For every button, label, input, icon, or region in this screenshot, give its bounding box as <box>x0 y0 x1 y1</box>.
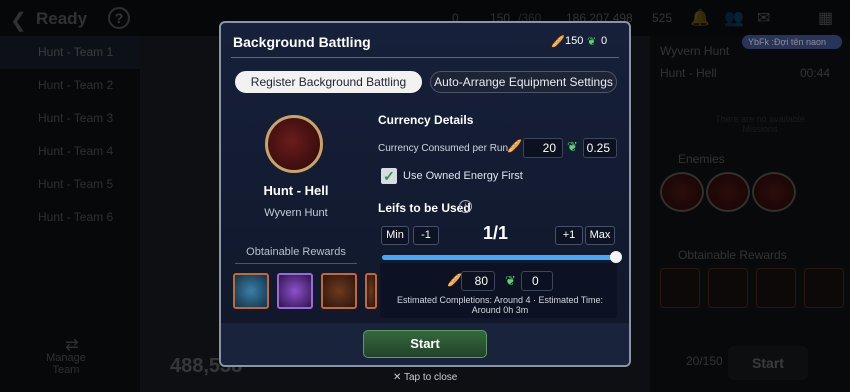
estimate-text: Estimated Completions: Around 4 · Estima… <box>396 295 604 315</box>
currency-details-heading: Currency Details <box>378 113 474 127</box>
reward-item[interactable] <box>233 273 269 309</box>
stamina-icon: 🥖 <box>447 273 462 287</box>
reward-item[interactable] <box>321 273 357 309</box>
leifs-heading: Leifs to be Used <box>378 201 471 215</box>
dialog-tabs: Register Background Battling Auto-Arrang… <box>235 71 617 93</box>
rewards-divider <box>235 263 357 264</box>
use-energy-label: Use Owned Energy First <box>403 170 523 182</box>
max-button[interactable]: Max <box>585 226 615 245</box>
title-divider <box>231 57 619 58</box>
reward-item[interactable] <box>277 273 313 309</box>
stamina-icon: 🥖 <box>507 139 522 153</box>
boss-subtitle: Wyvern Hunt <box>264 207 328 219</box>
boss-name: Hunt - Hell <box>263 183 329 198</box>
start-button[interactable]: Start <box>363 330 487 358</box>
tap-to-close[interactable]: ✕ Tap to close <box>393 372 457 383</box>
consumed-stamina-value: 20 <box>523 138 563 158</box>
dialog-currency-b: 0 <box>601 35 608 47</box>
consumed-per-run-label: Currency Consumed per Run <box>378 143 509 154</box>
rewards-label: Obtainable Rewards <box>246 246 346 258</box>
dialog-currency-a-icon: 🥖 <box>551 36 565 48</box>
leif-slider-fill <box>382 255 618 260</box>
tap-to-close-label: Tap to close <box>404 372 458 383</box>
leif-count: 1/1 <box>483 223 509 243</box>
total-stamina-value: 80 <box>461 271 495 291</box>
dialog-currency-a: 150 <box>565 35 584 47</box>
tab-auto-arrange-equipment[interactable]: Auto-Arrange Equipment Settings <box>430 71 617 93</box>
boss-portrait <box>265 115 323 173</box>
total-leif-value: 0 <box>521 271 553 291</box>
use-energy-checkbox[interactable]: ✓ <box>381 168 397 184</box>
dialog-title: Background Battling <box>233 34 371 50</box>
background-battling-dialog: Background Battling 🥖 150 ❦ 0 Register B… <box>219 21 631 367</box>
min-button[interactable]: Min <box>381 226 409 245</box>
consumed-leif-value: 0.25 <box>583 138 617 158</box>
leaf-icon: ❦ <box>567 139 578 154</box>
reward-item[interactable] <box>365 273 377 309</box>
leaf-icon: ❦ <box>505 273 516 288</box>
plus-one-button[interactable]: +1 <box>555 226 583 245</box>
info-icon[interactable]: i <box>459 200 472 213</box>
tab-register-background-battling[interactable]: Register Background Battling <box>235 71 422 93</box>
close-icon: ✕ <box>393 372 402 383</box>
leaf-icon: ❦ <box>587 36 597 48</box>
leif-slider-handle[interactable] <box>610 251 622 263</box>
minus-one-button[interactable]: -1 <box>413 226 439 245</box>
leif-slider-track[interactable] <box>382 255 618 260</box>
